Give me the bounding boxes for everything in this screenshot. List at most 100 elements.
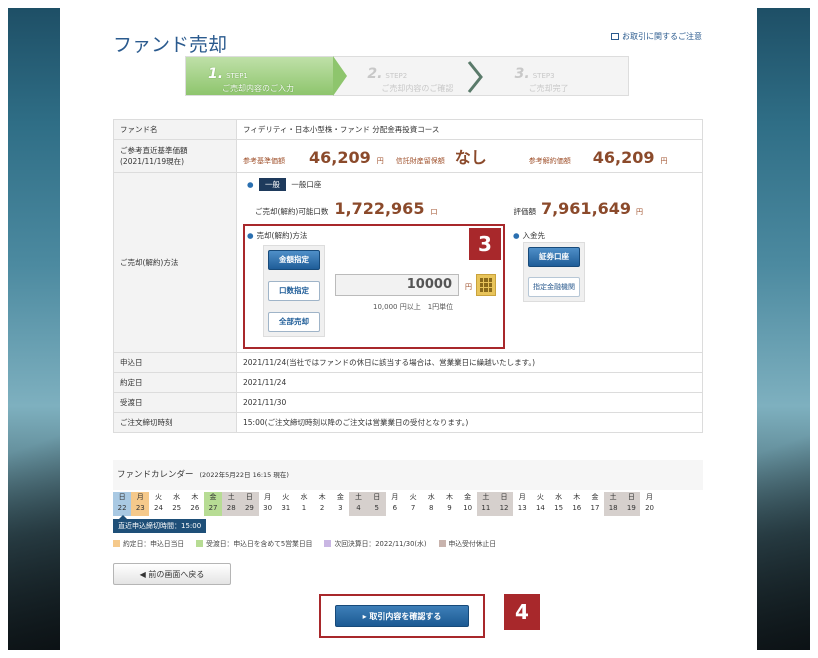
calendar-date: 30 (263, 504, 273, 512)
contract-price-unit: 円 (660, 157, 668, 165)
legend-swatch (113, 539, 120, 547)
calendar-date: 8 (429, 504, 434, 512)
calendar-date: 31 (281, 504, 291, 512)
legend-item: 申込受付休止日 (438, 538, 497, 548)
deposit-button-group: 証券口座 指定金融機関 (523, 241, 585, 302)
calendar-day: 金3 (331, 492, 349, 516)
calendar-day: 木 26 (186, 492, 204, 516)
calendar-weekday: 金 (209, 493, 217, 501)
calendar-date: 5 (374, 504, 379, 512)
calendar-as-of: (2022年5月22日 16:15 現在) (199, 471, 289, 479)
step-1-label: ご売却内容のご入力 (222, 84, 294, 93)
calendar-weekday: 土 (355, 493, 363, 501)
step-3-tag: STEP3 (532, 72, 555, 80)
securities-account-button[interactable]: 証券口座 (528, 246, 580, 267)
calculator-icon[interactable] (476, 273, 496, 296)
apply-date-value: 2021/11/24(当社ではファンドの休日に該当する場合は、営業業日に繰越いた… (236, 352, 703, 373)
valuation-unit: 円 (636, 207, 644, 216)
calendar-weekday: 金 (591, 493, 599, 501)
method-heading-text: 売却(解約)方法 (256, 230, 308, 240)
calendar-day: 土4 (349, 492, 368, 516)
calendar-weekday: 水 (427, 493, 435, 501)
legend-item: 次回決算日：2022/11/30(水) (324, 538, 427, 548)
amount-note: 10,000 円以上 1円単位 (373, 302, 454, 311)
calendar-date: 17 (590, 504, 600, 512)
calendar-day: 金 17 (586, 492, 604, 516)
calendar-title-text: ファンドカレンダー (117, 470, 194, 480)
amount-specify-button[interactable]: 金額指定 (268, 249, 320, 270)
calendar-date: 9 (447, 504, 452, 512)
calendar-date: 18 (608, 504, 618, 512)
window-icon (611, 33, 619, 40)
page-title: ファンド売却 (113, 34, 228, 56)
calendar-date: 25 (172, 504, 182, 512)
legend-label: 申込受付休止日 (448, 540, 497, 548)
legend-label: 次回決算日：2022/11/30(水) (334, 540, 427, 548)
step-1-tag: STEP1 (226, 72, 248, 80)
calendar-day: 月 30 (259, 492, 277, 516)
calendar-weekday: 月 (646, 493, 654, 501)
step-1-num: 1. (208, 66, 224, 82)
notice-link[interactable]: お取引に関するご注意 (611, 31, 702, 42)
calendar-day: 火 24 (149, 492, 167, 516)
calendar-day: 金 10 (459, 492, 477, 516)
contract-price-value: 46,209 (592, 148, 655, 167)
unit-specify-button[interactable]: 口数指定 (268, 280, 320, 301)
calendar-weekday: 月 (264, 493, 272, 501)
calendar-weekday: 月 (136, 493, 144, 501)
calendar-date: 23 (135, 504, 145, 512)
calendar-title: ファンドカレンダー (2022年5月22日 16:15 現在) (117, 468, 289, 480)
calendar-day: 木2 (313, 492, 331, 516)
calendar-weekday: 月 (391, 493, 399, 501)
calendar-legend: 約定日：申込日当日 受渡日：申込日を含めて5営業日目 次回決算日：2022/11/3… (113, 538, 496, 548)
calendar-day: 水 15 (550, 492, 568, 516)
method-cell: ● 一般 一般口座 ご売却(解約)可能口数 1,722,965 口 評価額 7,… (236, 172, 703, 353)
reference-price-cell: 参考基準価額 46,209 円 信託財産留保額 なし 参考解約価額 46,209… (236, 139, 703, 173)
calendar-weekday: 金 (464, 493, 472, 501)
calendar-weekday: 日 (118, 493, 126, 501)
calendar-date: 27 (208, 504, 218, 512)
legend-swatch (196, 539, 204, 547)
available-qty-label: ご売却(解約)可能口数 (255, 206, 329, 216)
calendar-day: 土 11 (476, 492, 495, 516)
calendar-date: 16 (572, 504, 582, 512)
calendar-weekday: 火 (536, 493, 544, 501)
calendar-day: 日 19 (622, 492, 641, 516)
cutoff-time-value: 15:00(ご注文締切時刻以降のご注文は営業業日の受付となります。) (236, 412, 703, 433)
calendar-weekday: 木 (573, 493, 581, 501)
callout-badge-4: 4 (504, 594, 540, 630)
step-3-num: 3. (514, 66, 530, 82)
contract-date-label: 約定日 (113, 372, 237, 393)
back-button[interactable]: ◀ 前の画面へ戻る (113, 563, 231, 585)
calendar-day: 木9 (440, 492, 458, 516)
calendar-day: 月 13 (513, 492, 531, 516)
legend-label: 受渡日：申込日を含めて5営業日目 (206, 540, 313, 548)
cutoff-time-label: ご注文締切時刻 (113, 412, 237, 433)
calendar-date: 24 (154, 504, 163, 512)
deposit-heading: ● 入金先 (513, 230, 545, 241)
notice-link-label: お取引に関するご注意 (622, 32, 702, 41)
calendar-date: 2 (319, 504, 325, 512)
amount-unit: 円 (465, 282, 472, 291)
step-1: 1. STEP1 ご売却内容のご入力 (186, 56, 348, 96)
valuation-label: 評価額 (513, 206, 536, 216)
bank-account-button[interactable]: 指定金融機関 (528, 276, 580, 297)
confirm-button[interactable]: ▸ 取引内容を確認する (335, 605, 469, 627)
calendar-weekday: 木 (318, 493, 326, 501)
bullet-icon: ● (247, 230, 254, 240)
delivery-date-label: 受渡日 (113, 392, 237, 413)
sell-all-button[interactable]: 全部売却 (268, 311, 320, 332)
calendar-day: 月 20 (640, 492, 658, 516)
calendar-weekday: 木 (191, 493, 199, 501)
calendar-date: 3 (338, 504, 343, 512)
reference-label-line1: ご参考直近基準価額 (120, 146, 188, 155)
amount-input[interactable] (335, 273, 459, 296)
calendar-weekday: 火 (409, 493, 417, 501)
calendar-weekday: 月 (518, 493, 526, 501)
calendar-day: 日 22 (113, 492, 132, 516)
calendar-day: 火 14 (531, 492, 549, 516)
calendar-day: 日 29 (240, 492, 259, 516)
calendar-weekday: 土 (482, 493, 490, 501)
delivery-date-value: 2021/11/30 (236, 392, 703, 413)
step-2-num: 2. (367, 66, 383, 82)
